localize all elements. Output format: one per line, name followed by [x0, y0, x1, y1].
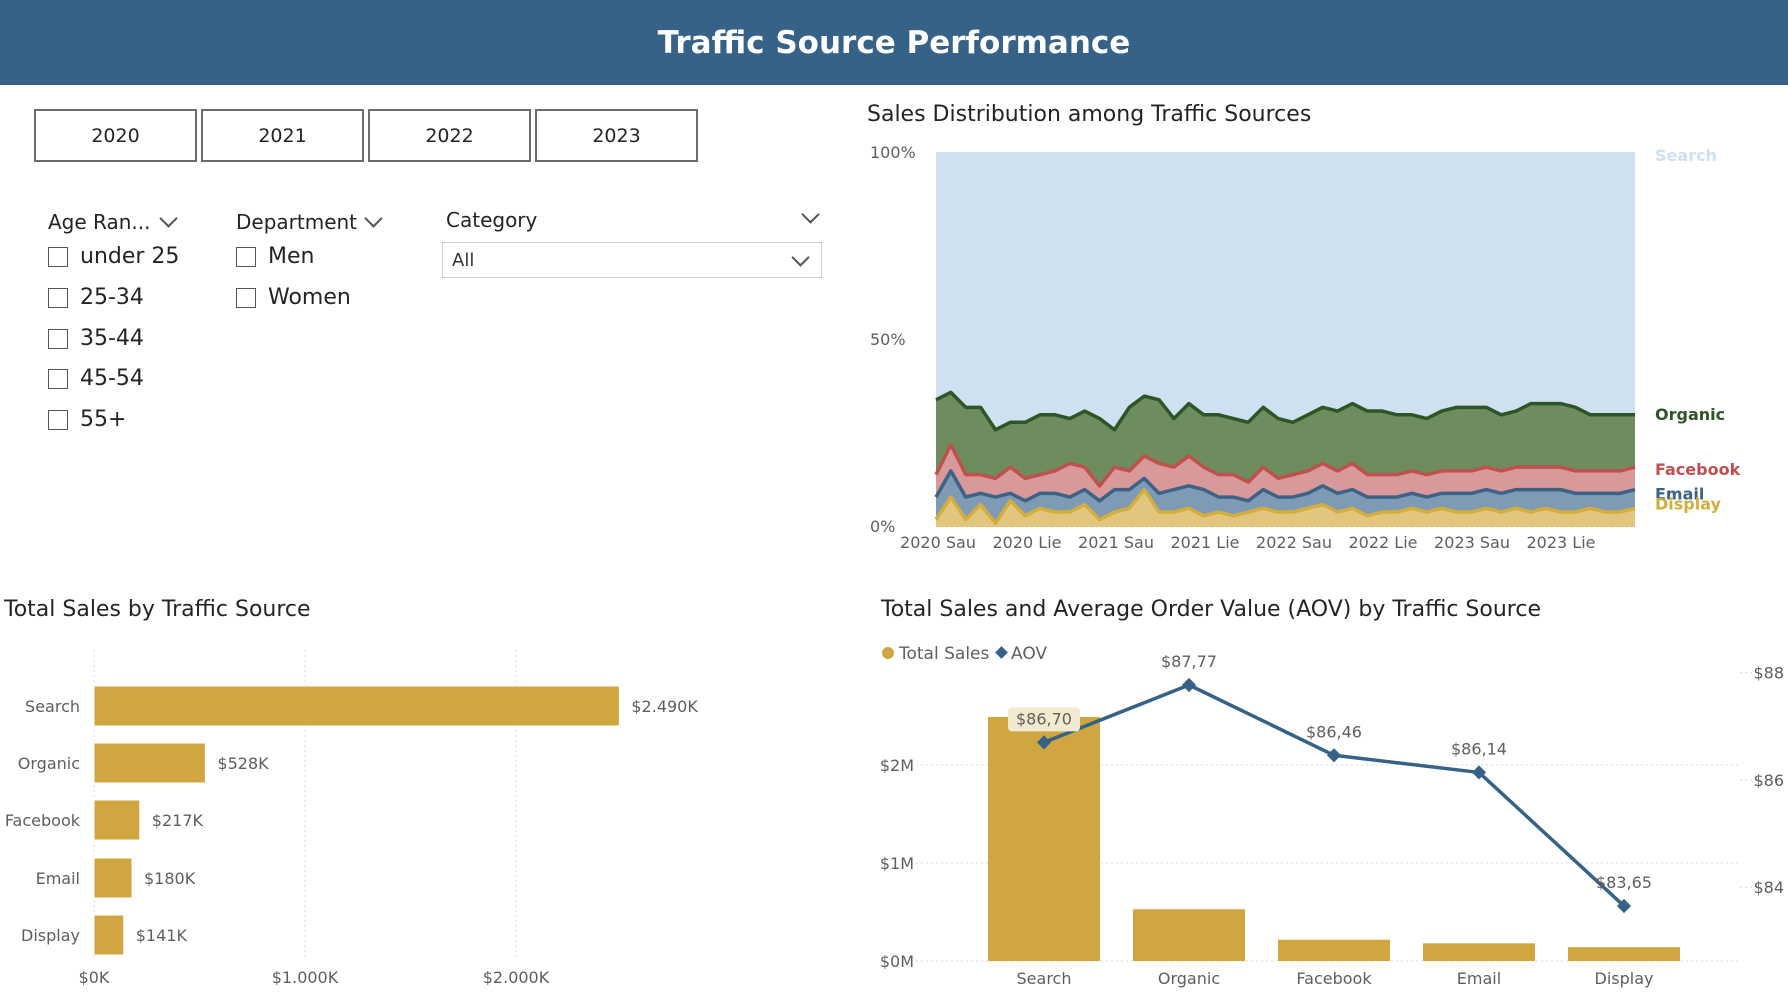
bar-data-label: $2.490K	[631, 697, 698, 716]
category-slicer-title: Category	[446, 208, 538, 232]
bar-data-label: $141K	[136, 926, 188, 945]
combo-right-tick-label: $84	[1753, 878, 1784, 897]
checkbox-icon[interactable]	[48, 409, 68, 430]
combo-bar-search[interactable]	[988, 716, 1100, 961]
page-title: Traffic Source Performance	[657, 24, 1131, 61]
bar-category-label: Display	[21, 926, 80, 945]
area-x-tick-label: 2020 Sau	[900, 533, 976, 552]
year-button-2023[interactable]: 2023	[535, 109, 698, 162]
age-option-35-44[interactable]: 35-44	[48, 326, 144, 351]
bar-organic[interactable]	[93, 742, 206, 784]
combo-chart-title: Total Sales and Average Order Value (AOV…	[881, 597, 1541, 622]
area-x-tick-label: 2022 Lie	[1348, 533, 1417, 552]
category-selected-value: All	[452, 249, 475, 271]
age-option-under-25[interactable]: under 25	[48, 244, 179, 269]
bar-search[interactable]	[93, 685, 620, 727]
bar-data-label: $528K	[217, 754, 269, 773]
bar-email[interactable]	[93, 857, 133, 899]
bar-data-label: $217K	[152, 811, 204, 830]
area-series-search[interactable]	[936, 153, 1635, 430]
age-option-45-54[interactable]: 45-54	[48, 366, 144, 391]
legend-aov-label: AOV	[1011, 644, 1047, 664]
bar-category-label: Email	[36, 869, 80, 888]
aov-data-label: $86,46	[1306, 722, 1362, 741]
bar-data-label: $180K	[144, 869, 196, 888]
bar-x-tick-label: $0K	[79, 968, 110, 987]
combo-right-tick-label: $86	[1753, 771, 1784, 790]
aov-data-label: $87,77	[1161, 652, 1217, 671]
combo-x-tick-label: Search	[1017, 969, 1072, 988]
area-x-tick-label: 2021 Sau	[1078, 533, 1154, 552]
area-y-tick-label: 0%	[870, 517, 895, 536]
checkbox-icon[interactable]	[48, 328, 68, 349]
bar-x-tick-label: $1.000K	[272, 968, 339, 987]
bar-chart-title: Total Sales by Traffic Source	[4, 597, 311, 622]
checkbox-icon[interactable]	[236, 287, 256, 308]
bar-category-label: Organic	[18, 754, 80, 773]
age-option-55-plus[interactable]: 55+	[48, 407, 126, 432]
combo-bar-facebook[interactable]	[1278, 939, 1390, 961]
category-slicer-chevron-down-icon[interactable]	[801, 205, 820, 224]
area-series-label-display: Display	[1655, 494, 1722, 513]
bar-facebook[interactable]	[93, 799, 141, 841]
combo-chart: Total Sales AOV $0M $1M $2M $84 $86 $88 Search Or…	[880, 644, 1784, 988]
department-slicer-chevron-down-icon[interactable]	[364, 209, 383, 228]
combo-left-tick-label: $1M	[880, 854, 914, 873]
combo-x-tick-label: Organic	[1158, 969, 1220, 988]
year-button-2022[interactable]: 2022	[368, 109, 531, 162]
year-button-2021[interactable]: 2021	[201, 109, 364, 162]
combo-x-tick-label: Display	[1595, 969, 1654, 988]
area-chart-title: Sales Distribution among Traffic Sources	[867, 102, 1312, 127]
combo-bar-email[interactable]	[1423, 943, 1535, 961]
checkbox-icon[interactable]	[48, 368, 68, 389]
category-dropdown[interactable]: All	[442, 242, 822, 278]
area-x-tick-label: 2021 Lie	[1170, 533, 1239, 552]
combo-x-tick-label: Email	[1457, 969, 1501, 988]
age-slicer-chevron-down-icon[interactable]	[159, 209, 178, 228]
aov-data-label: $86,14	[1451, 739, 1507, 758]
age-option-25-34[interactable]: 25-34	[48, 285, 144, 310]
area-x-tick-label: 2023 Sau	[1434, 533, 1510, 552]
aov-data-label: $86,70	[1016, 709, 1072, 728]
legend-total-sales-label: Total Sales	[898, 644, 989, 664]
combo-bar-organic[interactable]	[1133, 909, 1245, 961]
area-y-tick-label: 50%	[870, 330, 906, 349]
combo-left-tick-label: $2M	[880, 756, 914, 775]
age-slicer-title: Age Ran...	[48, 210, 151, 234]
legend-aov-marker	[995, 646, 1008, 659]
area-series-label-search: Search	[1655, 146, 1717, 165]
aov-line	[1043, 683, 1626, 908]
area-x-tick-label: 2023 Lie	[1526, 533, 1595, 552]
combo-right-tick-label: $88	[1753, 664, 1784, 683]
checkbox-icon[interactable]	[48, 246, 68, 267]
area-series-label-organic: Organic	[1655, 405, 1725, 424]
dropdown-chevron-down-icon[interactable]	[791, 248, 810, 267]
area-series-label-facebook: Facebook	[1655, 460, 1741, 479]
bar-display[interactable]	[93, 914, 125, 956]
bar-category-label: Facebook	[5, 811, 81, 830]
area-x-tick-label: 2020 Lie	[992, 533, 1061, 552]
combo-bar-display[interactable]	[1568, 947, 1680, 961]
combo-left-tick-label: $0M	[880, 952, 914, 971]
area-chart: 100% 50% 0% 2020 Sau 2020 Lie 2021 Sau 2021 Li…	[870, 143, 1741, 552]
aov-point[interactable]	[1181, 677, 1197, 693]
legend-total-sales-marker	[882, 647, 894, 659]
bar-chart: $0K $1.000K $2.000K Search $2.490K Organic $52…	[5, 650, 698, 987]
year-button-2020[interactable]: 2020	[34, 109, 197, 162]
combo-x-tick-label: Facebook	[1296, 969, 1372, 988]
area-y-tick-label: 100%	[870, 143, 916, 162]
page-header: Traffic Source Performance	[0, 0, 1788, 85]
aov-point[interactable]	[1326, 748, 1342, 763]
checkbox-icon[interactable]	[236, 246, 256, 267]
department-option-men[interactable]: Men	[236, 244, 314, 269]
checkbox-icon[interactable]	[48, 287, 68, 308]
bar-x-tick-label: $2.000K	[483, 968, 550, 987]
bar-category-label: Search	[25, 697, 80, 716]
area-x-tick-label: 2022 Sau	[1256, 533, 1332, 552]
department-option-women[interactable]: Women	[236, 285, 351, 310]
aov-data-label: $83,65	[1596, 873, 1652, 892]
department-slicer-title: Department	[236, 210, 358, 234]
